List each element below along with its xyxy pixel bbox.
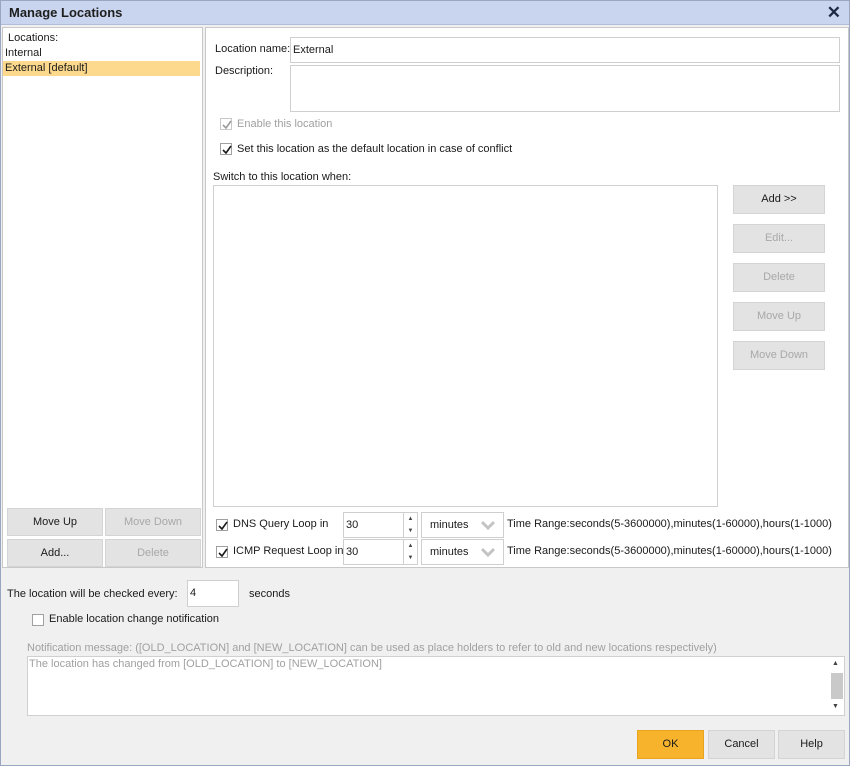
icmp-loop-label: ICMP Request Loop in [233,545,344,557]
manage-locations-dialog: Manage Locations ✕ Locations: Internal E… [0,0,850,766]
icmp-loop-range: Time Range:seconds(5-3600000),minutes(1-… [507,545,832,557]
icmp-loop-unit: minutes [430,546,469,558]
locations-header: Locations: [8,32,59,44]
enable-location-label: Enable this location [237,118,333,130]
description-label: Description: [215,65,274,77]
ok-button[interactable]: OK [637,730,704,759]
notification-label: Enable location change notification [49,613,220,625]
dns-loop-checkbox[interactable] [216,519,228,531]
dns-loop-value-field[interactable]: 30 ▲ ▼ [343,512,418,538]
check-interval-field[interactable]: 4 [187,580,239,607]
dns-loop-unit: minutes [430,519,469,531]
edit-rule-button[interactable]: Edit... [733,224,825,253]
chevron-down-icon [481,547,495,557]
checkmark-icon [222,120,232,130]
location-name-field[interactable]: External [290,37,840,63]
delete-rule-button[interactable]: Delete [733,263,825,292]
check-interval-unit: seconds [249,588,290,600]
location-item-label: Internal [5,47,42,59]
checkmark-icon [218,548,228,558]
move-down-location-button[interactable]: Move Down [105,508,201,536]
chevron-down-icon [481,520,495,530]
location-detail-panel: Location name: External Description: Ena… [205,27,849,568]
icmp-loop-unit-select[interactable]: minutes [421,539,504,565]
dns-loop-label: DNS Query Loop in [233,518,329,530]
location-name-label: Location name: [215,43,291,55]
dns-loop-unit-select[interactable]: minutes [421,512,504,538]
dns-loop-range: Time Range:seconds(5-3600000),minutes(1-… [507,518,832,530]
delete-location-button[interactable]: Delete [105,539,201,567]
enable-location-checkbox[interactable] [220,118,232,130]
icmp-loop-checkbox[interactable] [216,546,228,558]
checkmark-icon [222,145,232,155]
switch-rules-list[interactable] [213,185,718,507]
spin-up-icon[interactable]: ▲ [403,513,417,525]
check-interval-label: The location will be checked every: [7,588,178,600]
title-bar: Manage Locations ✕ [1,1,849,25]
checkmark-icon [218,521,228,531]
default-location-checkbox[interactable] [220,143,232,155]
spin-up-icon[interactable]: ▲ [403,540,417,552]
message-scrollbar[interactable]: ▲ ▼ [829,657,844,715]
switch-rules-label: Switch to this location when: [213,171,352,183]
spin-down-icon[interactable]: ▼ [403,552,417,564]
icmp-loop-value: 30 [346,546,359,558]
add-location-button[interactable]: Add... [7,539,103,567]
notification-message-text: The location has changed from [OLD_LOCAT… [29,658,382,670]
add-rule-button[interactable]: Add >> [733,185,825,214]
notification-message-label: Notification message: ([OLD_LOCATION] an… [27,642,717,654]
move-up-location-button[interactable]: Move Up [7,508,103,536]
notification-checkbox[interactable] [32,614,44,626]
default-location-label: Set this location as the default locatio… [237,143,513,155]
help-button[interactable]: Help [778,730,845,759]
move-down-rule-button[interactable]: Move Down [733,341,825,370]
move-up-rule-button[interactable]: Move Up [733,302,825,331]
scroll-down-icon[interactable]: ▼ [832,703,839,710]
location-item-external[interactable]: External [default] [3,61,200,76]
dialog-title: Manage Locations [9,5,123,20]
notification-message-field[interactable]: The location has changed from [OLD_LOCAT… [27,656,845,716]
description-field[interactable] [290,65,840,112]
cancel-button[interactable]: Cancel [708,730,775,759]
scroll-up-icon[interactable]: ▲ [832,660,839,667]
close-icon[interactable]: ✕ [827,3,841,23]
icmp-loop-value-field[interactable]: 30 ▲ ▼ [343,539,418,565]
spin-down-icon[interactable]: ▼ [403,525,417,537]
location-item-internal[interactable]: Internal [3,46,200,61]
scrollbar-thumb[interactable] [831,673,843,699]
location-item-label: External [default] [5,62,88,74]
locations-panel: Locations: Internal External [default] M… [2,27,203,568]
dns-loop-value: 30 [346,519,359,531]
